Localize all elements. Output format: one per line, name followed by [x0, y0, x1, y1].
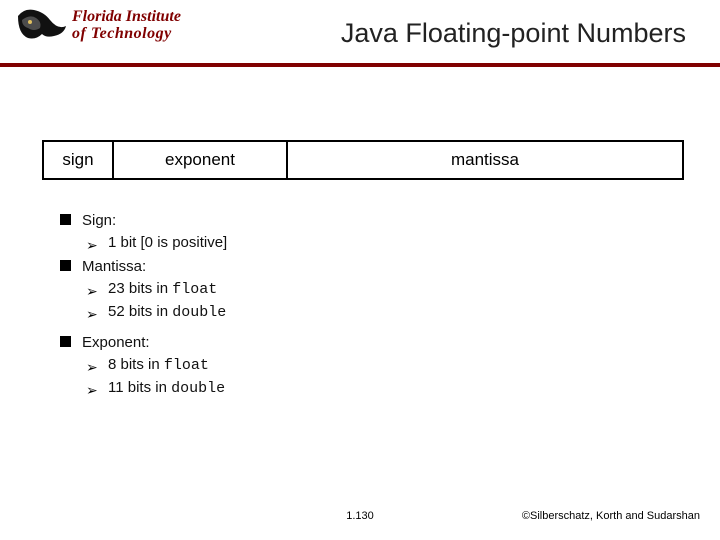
keyword-double: double: [171, 380, 225, 397]
bullet-mantissa-sub1: ➢ 23 bits in float: [82, 278, 660, 301]
bullet-exponent-label: Exponent:: [82, 334, 150, 351]
diagram-cell-sign: sign: [44, 142, 114, 178]
bullet-exponent-sub2: ➢ 11 bits in double: [82, 377, 660, 400]
bullet-exponent-sub1-text: 8 bits in: [108, 356, 164, 373]
copyright: ©Silberschatz, Korth and Sudarshan: [522, 510, 700, 522]
panther-icon: [14, 6, 70, 61]
wordmark-line1: Florida Institute: [72, 8, 181, 25]
bullet-mantissa-label: Mantissa:: [82, 258, 146, 275]
page-number: 1.130: [346, 510, 374, 522]
slide-body: Sign: ➢ 1 bit [0 is positive] Mantissa: …: [60, 210, 660, 402]
slide-footer: 1.130 ©Silberschatz, Korth and Sudarshan: [0, 510, 720, 528]
keyword-float: float: [172, 281, 217, 298]
diagram-cell-exponent: exponent: [114, 142, 288, 178]
chevron-right-icon: ➢: [86, 379, 98, 401]
square-bullet-icon: [60, 336, 71, 347]
bullet-exponent: Exponent: ➢ 8 bits in float ➢ 11 bits in…: [60, 332, 660, 400]
slide-title: Java Floating-point Numbers: [341, 18, 686, 49]
square-bullet-icon: [60, 214, 71, 225]
bullet-mantissa-sub1-text: 23 bits in: [108, 280, 172, 297]
chevron-right-icon: ➢: [86, 280, 98, 302]
slide-header: Florida Institute of Technology Java Flo…: [0, 0, 720, 66]
chevron-right-icon: ➢: [86, 356, 98, 378]
bullet-sign-label: Sign:: [82, 212, 116, 229]
bullet-exponent-sub2-text: 11 bits in: [108, 379, 171, 396]
chevron-right-icon: ➢: [86, 234, 98, 256]
institution-wordmark: Florida Institute of Technology: [72, 8, 181, 42]
bullet-mantissa: Mantissa: ➢ 23 bits in float ➢ 52 bits i…: [60, 256, 660, 324]
bullet-sign: Sign: ➢ 1 bit [0 is positive]: [60, 210, 660, 254]
wordmark-line2: of Technology: [72, 25, 181, 42]
keyword-float: float: [164, 357, 209, 374]
diagram-cell-mantissa: mantissa: [288, 142, 682, 178]
keyword-double: double: [172, 304, 226, 321]
bullet-exponent-sub1: ➢ 8 bits in float: [82, 354, 660, 377]
bullet-mantissa-sub2-text: 52 bits in: [108, 303, 172, 320]
square-bullet-icon: [60, 260, 71, 271]
bullet-sign-sub1: ➢ 1 bit [0 is positive]: [82, 232, 660, 254]
float-layout-diagram: sign exponent mantissa: [42, 140, 684, 180]
chevron-right-icon: ➢: [86, 303, 98, 325]
bullet-mantissa-sub2: ➢ 52 bits in double: [82, 301, 660, 324]
bullet-sign-sub1-text: 1 bit [0 is positive]: [108, 234, 227, 251]
institution-logo: Florida Institute of Technology: [10, 4, 200, 58]
